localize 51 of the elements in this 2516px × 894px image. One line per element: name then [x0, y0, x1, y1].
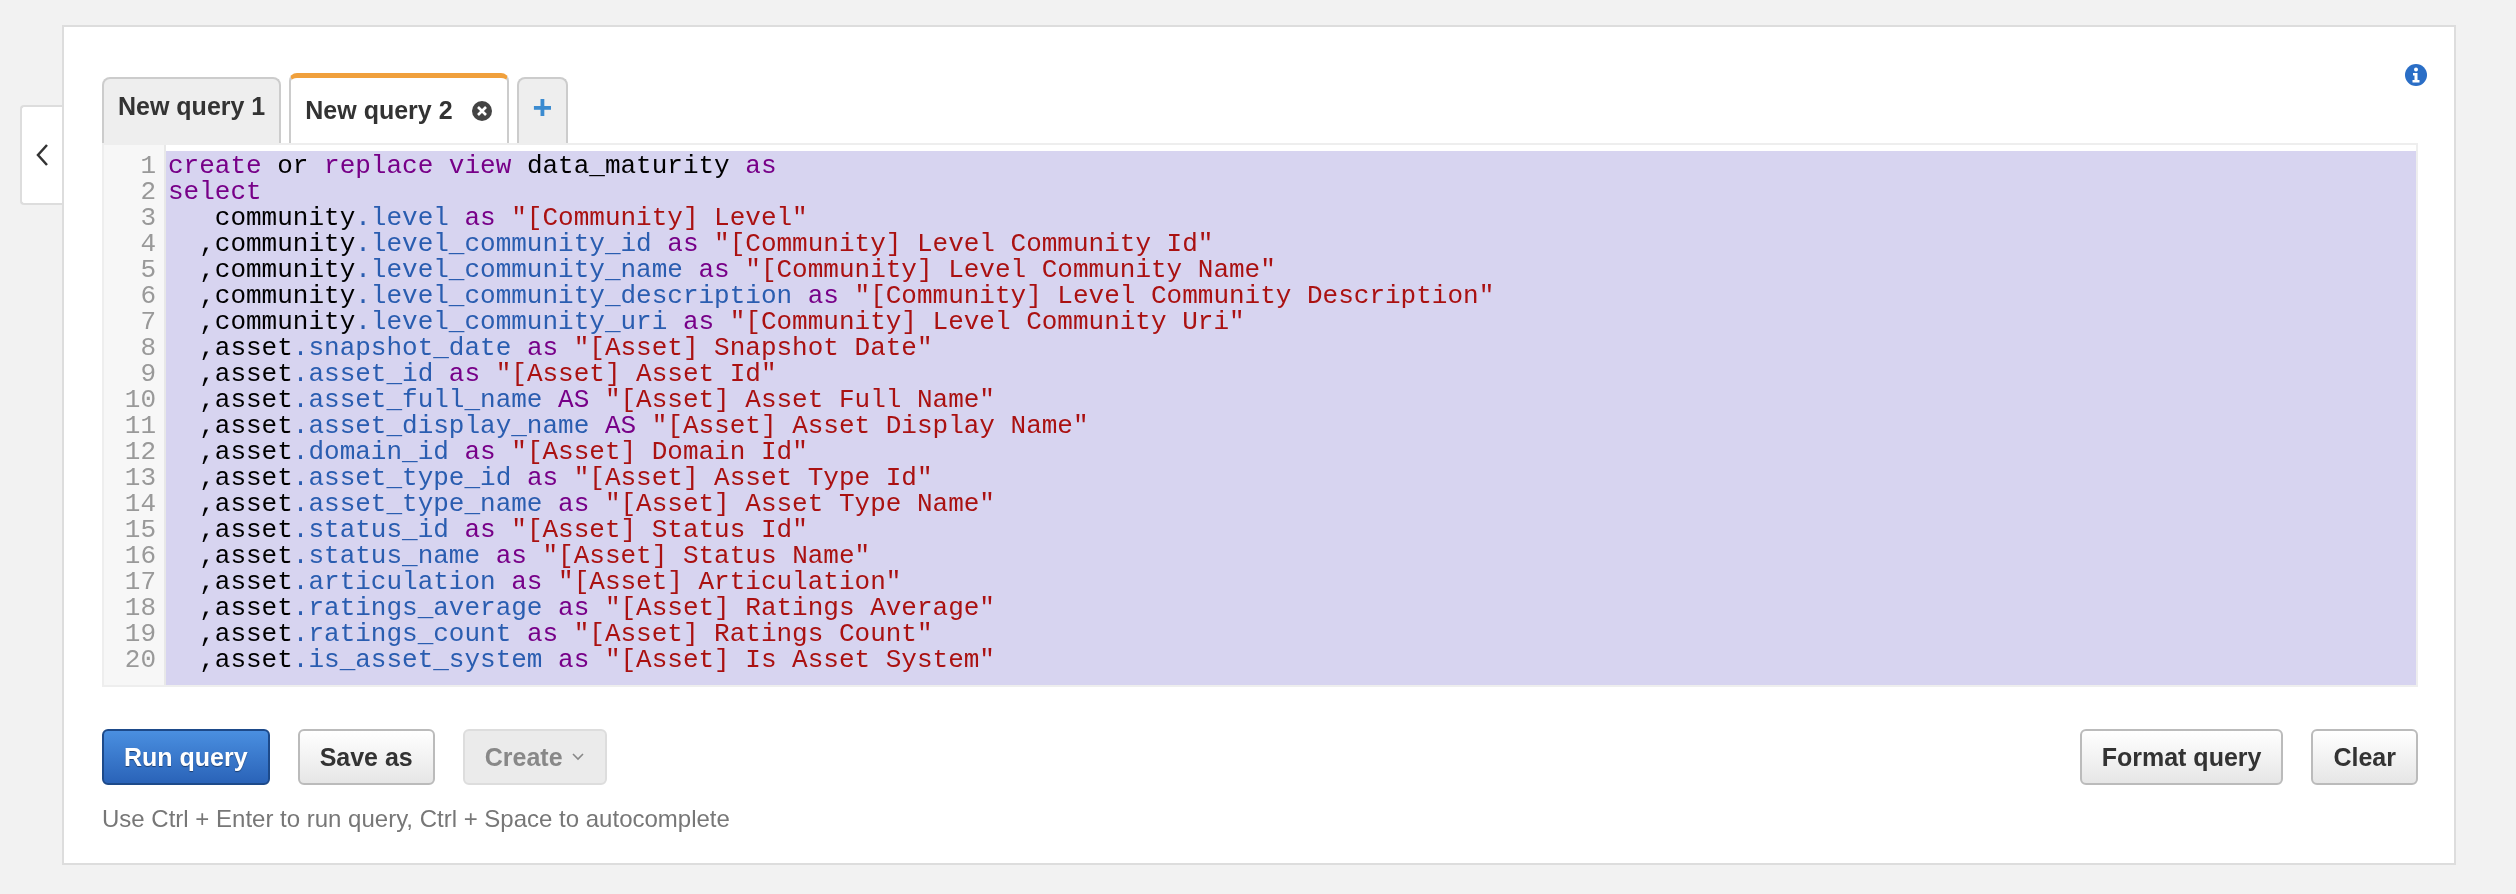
chevron-left-icon: [35, 143, 49, 167]
action-button[interactable]: Save as: [297, 729, 435, 785]
action-button[interactable]: Clear: [2311, 729, 2418, 785]
code-line: ,asset.asset_full_name AS "[Asset] Asset Full Name": [198, 387, 996, 413]
line-number: 1: [139, 153, 157, 179]
code-line: ,asset.status_id as "[Asset] Status Id": [198, 517, 808, 543]
line-number: 19: [123, 621, 157, 647]
code-line: ,asset.asset_type_name as "[Asset] Asset Type Name": [198, 491, 996, 517]
line-number: 5: [139, 257, 157, 283]
hint-text: Use Ctrl + Enter to run query, Ctrl + Space to autocomplete: [102, 805, 731, 833]
code-line: ,asset.asset_display_name AS "[Asset] Asset Display Name": [198, 413, 1090, 439]
code-line: ,asset.asset_type_id as "[Asset] Asset Type Id": [198, 465, 933, 491]
code-line: ,asset.ratings_count as "[Asset] Ratings Count": [198, 621, 933, 647]
query-tab[interactable]: New query 1: [102, 77, 282, 143]
line-number: 8: [139, 335, 157, 361]
line-number: 12: [123, 439, 157, 465]
code-line: ,asset.status_name as "[Asset] Status Name": [198, 543, 871, 569]
line-number: 13: [123, 465, 157, 491]
line-number: 14: [123, 491, 157, 517]
code-line: select: [168, 179, 262, 205]
code-line: community.level as "[Community] Level": [214, 205, 808, 231]
query-tab[interactable]: New query 2: [289, 73, 509, 143]
action-button[interactable]: Format query: [2079, 729, 2284, 785]
code-line: ,asset.asset_id as "[Asset] Asset Id": [198, 361, 777, 387]
code-line: create or replace view data_maturity as: [168, 153, 778, 179]
code-line: ,community.level_community_uri as "[Community] Level Community Uri": [198, 309, 1245, 335]
line-number: 17: [123, 569, 157, 595]
line-number: 3: [139, 205, 157, 231]
line-number: 4: [139, 231, 157, 257]
code-line: ,community.level_community_description as "[Community] Level Community Description": [198, 283, 1496, 309]
line-number: 7: [139, 309, 157, 335]
action-button[interactable]: Run query: [102, 729, 270, 785]
info-icon[interactable]: [2404, 63, 2428, 87]
code-line: ,asset.ratings_average as "[Asset] Ratings Average": [198, 595, 996, 621]
line-number: 11: [123, 413, 157, 439]
line-number: 9: [139, 361, 157, 387]
code-line: ,community.level_community_id as "[Community] Level Community Id": [198, 231, 1214, 257]
code-line: ,asset.snapshot_date as "[Asset] Snapshot Date": [198, 335, 934, 361]
line-number: 6: [139, 283, 157, 309]
code-line: ,asset.domain_id as "[Asset] Domain Id": [198, 439, 809, 465]
code-line: ,community.level_community_name as "[Community] Level Community Name": [198, 257, 1276, 283]
line-number: 16: [123, 543, 157, 569]
line-number: 18: [123, 595, 157, 621]
close-icon[interactable]: [470, 99, 493, 122]
line-number: 20: [123, 647, 157, 673]
line-number: 15: [123, 517, 157, 543]
code-editor[interactable]: [102, 143, 2418, 687]
code-line: ,asset.is_asset_system as "[Asset] Is Asset System": [198, 647, 996, 673]
line-number: 10: [123, 387, 157, 413]
line-number: 2: [139, 179, 157, 205]
code-line: ,asset.articulation as "[Asset] Articulation": [198, 569, 902, 595]
